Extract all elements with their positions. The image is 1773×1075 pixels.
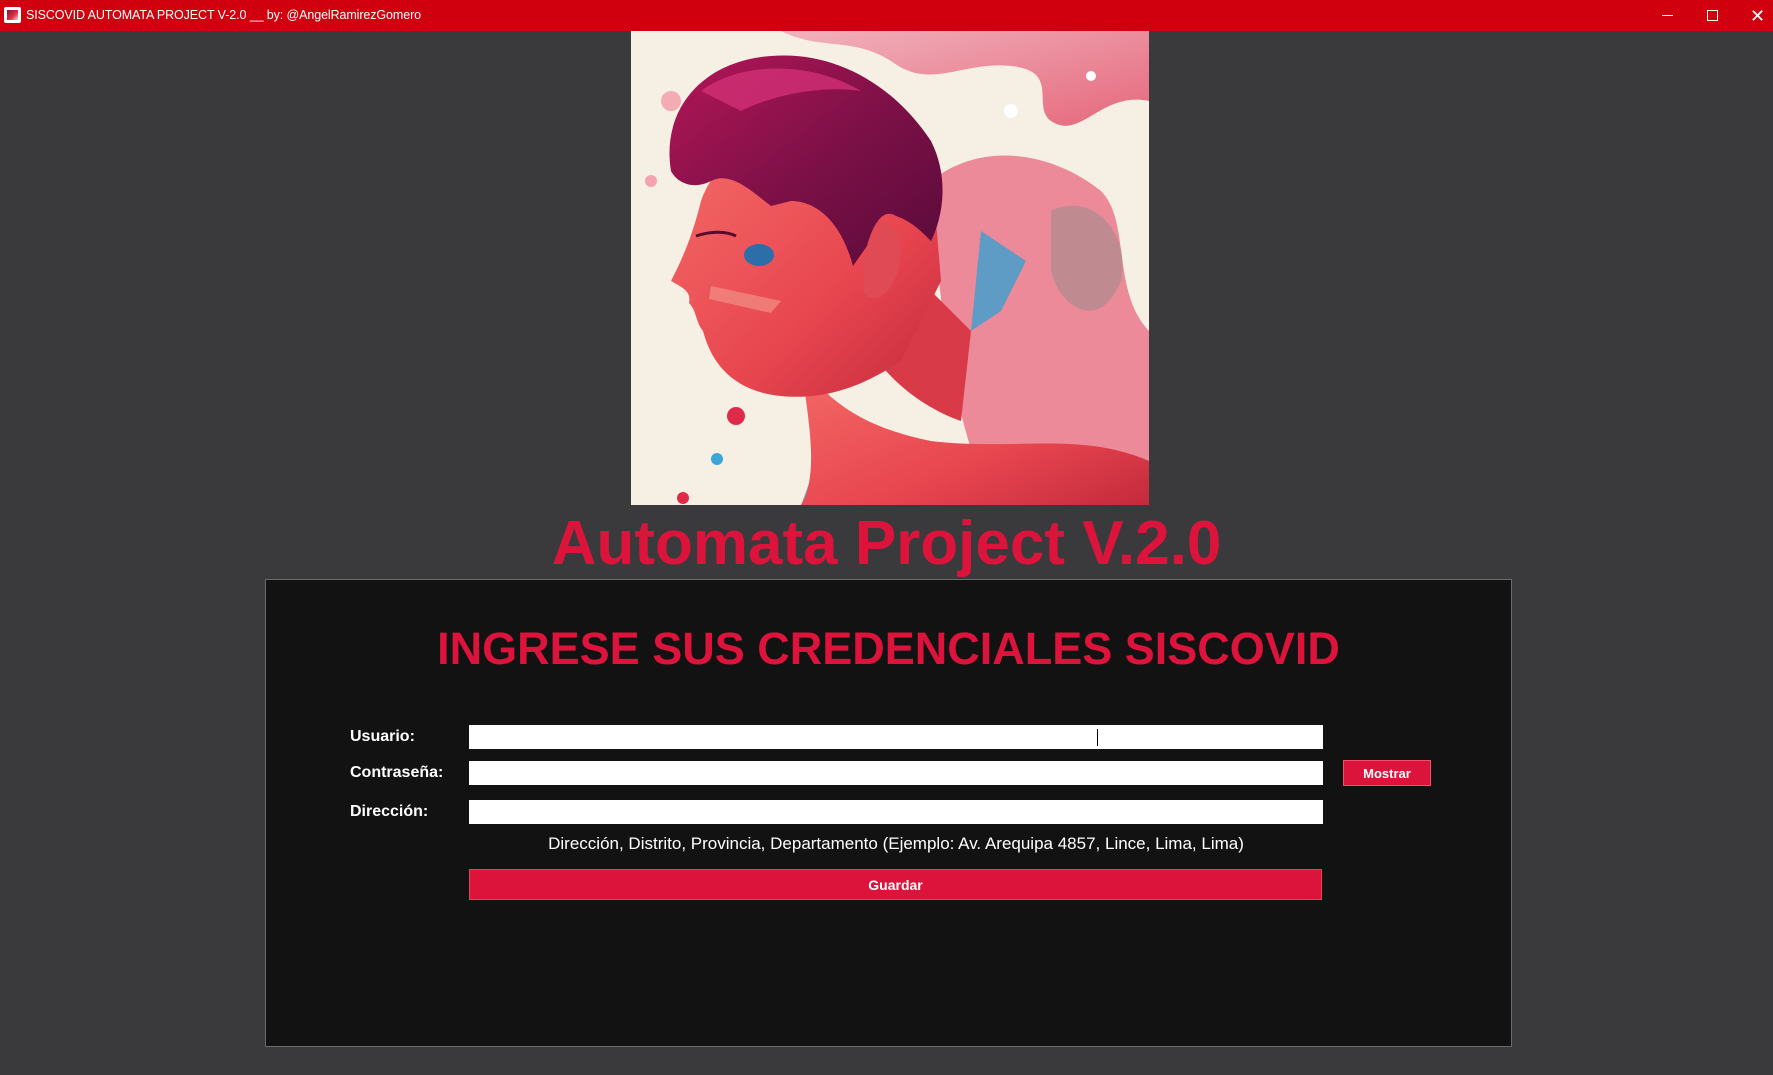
direccion-label: Dirección: [350,803,429,820]
contrasena-label: Contraseña: [350,764,444,781]
maximize-icon [1707,10,1718,21]
title-bar[interactable]: SISCOVID AUTOMATA PROJECT V-2.0 __ by: @… [0,0,1773,31]
minimize-icon [1662,15,1673,16]
mostrar-button[interactable]: Mostrar [1343,760,1431,786]
minimize-button[interactable] [1645,0,1690,31]
hero-portrait-image [631,31,1149,505]
app-icon[interactable] [4,7,21,23]
close-button[interactable]: ✕ [1735,0,1773,31]
text-caret [1097,729,1098,746]
guardar-button[interactable]: Guardar [469,869,1322,900]
usuario-input[interactable] [469,725,1323,749]
credentials-panel: INGRESE SUS CREDENCIALES SISCOVID Usuari… [265,579,1512,1047]
window-title: SISCOVID AUTOMATA PROJECT V-2.0 __ by: @… [26,8,421,22]
usuario-label: Usuario: [350,728,415,745]
close-icon: ✕ [1749,5,1766,26]
panel-heading: INGRESE SUS CREDENCIALES SISCOVID [437,623,1340,674]
contrasena-input[interactable] [469,761,1323,785]
direccion-input[interactable] [469,800,1323,824]
usuario-field-wrapper [469,725,1323,749]
app-title: Automata Project V.2.0 [551,509,1222,578]
maximize-button[interactable] [1690,0,1735,31]
direccion-hint: Dirección, Distrito, Provincia, Departam… [548,834,1244,853]
